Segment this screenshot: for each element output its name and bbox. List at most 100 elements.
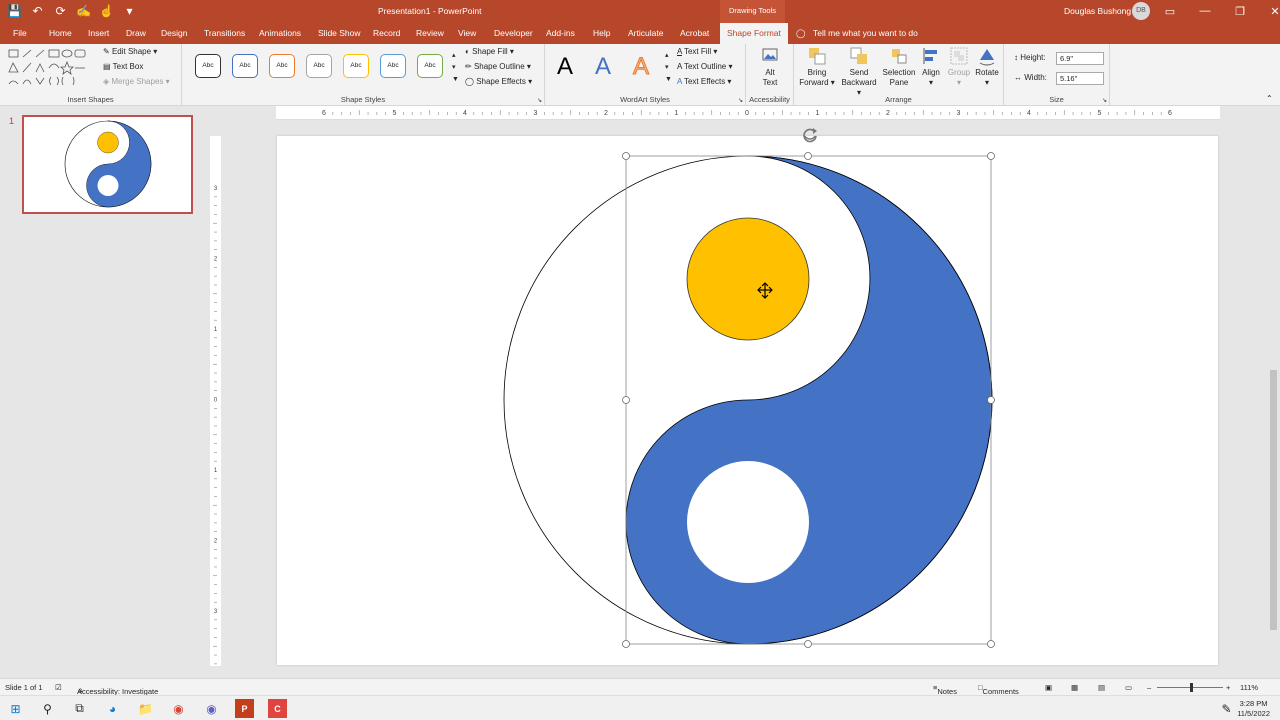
tab-record[interactable]: Record — [373, 28, 400, 38]
size-dialog-launcher-icon[interactable]: ↘ — [1102, 97, 1107, 104]
edge-icon[interactable]: ◕ — [103, 699, 122, 718]
shape-effects-button[interactable]: ◯ Shape Effects ▾ — [465, 77, 532, 86]
file-explorer-icon[interactable]: 📁 — [136, 699, 155, 718]
white-circle[interactable] — [687, 461, 809, 583]
comments-button[interactable]: □ Comments — [978, 683, 1019, 696]
slide-canvas[interactable] — [277, 126, 1218, 665]
pen-icon[interactable]: ✎ — [1217, 699, 1236, 718]
tab-help[interactable]: Help — [593, 28, 610, 38]
tab-slide-show[interactable]: Slide Show — [318, 28, 361, 38]
tab-insert[interactable]: Insert — [88, 28, 109, 38]
notes-button[interactable]: ≡ Notes — [933, 683, 957, 696]
reading-view-icon[interactable]: ▤ — [1098, 683, 1105, 692]
gallery-more-icon[interactable]: ▴ ▾ ▼ — [452, 50, 459, 86]
chrome-icon[interactable]: ◉ — [169, 699, 188, 718]
text-effects-button[interactable]: A Text Effects ▾ — [677, 77, 731, 86]
tab-articulate[interactable]: Articulate — [628, 28, 663, 38]
tab-review[interactable]: Review — [416, 28, 444, 38]
zoom-out-icon[interactable]: – — [1147, 683, 1151, 692]
taskbar-clock[interactable]: 3:28 PM 11/5/2022 — [1237, 699, 1270, 719]
wordart-more-icon[interactable]: ▴ ▾ ▼ — [665, 50, 672, 86]
task-view-icon[interactable]: ⧉ — [70, 699, 89, 718]
merge-shapes-button[interactable]: ◈ Merge Shapes ▾ — [103, 77, 170, 86]
tab-view[interactable]: View — [458, 28, 476, 38]
spellcheck-icon[interactable]: ☑ — [55, 683, 62, 692]
tab-file[interactable]: File — [13, 28, 27, 38]
shapes-gallery[interactable] — [7, 48, 97, 88]
wordart-preset-1[interactable]: A — [557, 53, 573, 81]
minimize-icon[interactable]: — — [1197, 3, 1213, 19]
slide-sorter-icon[interactable]: ▦ — [1071, 683, 1078, 692]
customize-qat-icon[interactable]: ▾ — [121, 3, 138, 19]
bring-forward-button[interactable]: Bring Forward ▾ — [798, 46, 836, 88]
zoom-level[interactable]: 111% — [1240, 683, 1258, 692]
camtasia-icon[interactable]: C — [268, 699, 287, 718]
slide-thumbnail[interactable] — [22, 115, 193, 214]
tab-animations[interactable]: Animations — [259, 28, 301, 38]
shape-style-preset-2[interactable]: Abc — [232, 54, 258, 78]
effects-icon: ◯ — [465, 77, 474, 86]
rotate-handle[interactable] — [801, 126, 819, 144]
touch-mode-icon[interactable]: ☝ — [98, 3, 115, 19]
redo-icon[interactable]: ⟳ — [52, 3, 69, 19]
wordart-dialog-launcher-icon[interactable]: ↘ — [738, 97, 743, 104]
text-outline-button[interactable]: A Text Outline ▾ — [677, 62, 732, 71]
shape-style-preset-5[interactable]: Abc — [343, 54, 369, 78]
text-fill-button[interactable]: A Text Fill ▾ — [677, 47, 717, 56]
shape-style-preset-4[interactable]: Abc — [306, 54, 332, 78]
tab-acrobat[interactable]: Acrobat — [680, 28, 709, 38]
close-icon[interactable]: ✕ — [1267, 3, 1280, 19]
wordart-preset-3[interactable]: A — [632, 53, 649, 81]
window-title: Presentation1 - PowerPoint — [378, 6, 482, 16]
shape-style-preset-6[interactable]: Abc — [380, 54, 406, 78]
tab-design[interactable]: Design — [161, 28, 187, 38]
tab-add-ins[interactable]: Add-ins — [546, 28, 575, 38]
dialog-launcher-icon[interactable]: ↘ — [537, 97, 542, 104]
app-icon[interactable]: ◉ — [202, 699, 221, 718]
save-icon[interactable]: 💾 — [6, 3, 23, 19]
height-input[interactable]: 6.9" — [1056, 52, 1104, 65]
clock-date: 11/5/2022 — [1237, 709, 1270, 718]
shape-fill-button[interactable]: ◐ Shape Fill ▾ — [465, 47, 514, 56]
ribbon-display-options-icon[interactable]: ▭ — [1162, 3, 1178, 19]
alt-text-button[interactable]: Alt Text — [755, 46, 785, 88]
shape-outline-button[interactable]: ✏ Shape Outline ▾ — [465, 62, 531, 71]
width-label-text: Width: — [1024, 73, 1047, 82]
text-box-button[interactable]: ▤ Text Box — [103, 62, 143, 71]
scrollbar-thumb[interactable] — [1270, 370, 1277, 630]
normal-view-icon[interactable]: ▣ — [1045, 683, 1052, 692]
slide-show-icon[interactable]: ▭ — [1125, 683, 1132, 692]
width-icon: ↔ — [1014, 73, 1022, 82]
tab-shape-format[interactable]: Shape Format — [720, 23, 788, 44]
collapse-ribbon-icon[interactable]: ⌃ — [1266, 94, 1273, 103]
powerpoint-icon[interactable]: P — [235, 699, 254, 718]
group-button[interactable]: Group ▾ — [946, 46, 972, 88]
tab-transitions[interactable]: Transitions — [204, 28, 245, 38]
wordart-preset-2[interactable]: A — [595, 53, 611, 81]
width-input[interactable]: 5.16" — [1056, 72, 1104, 85]
tab-developer[interactable]: Developer — [494, 28, 533, 38]
zoom-in-icon[interactable]: + — [1226, 683, 1230, 692]
wordart-styles-label: WordArt Styles — [620, 95, 670, 104]
rotate-button[interactable]: Rotate ▾ — [974, 46, 1000, 88]
gold-circle[interactable] — [686, 217, 810, 341]
tell-me-box[interactable]: Tell me what you want to do — [813, 28, 918, 38]
restore-icon[interactable]: ❐ — [1232, 3, 1248, 19]
send-backward-button[interactable]: Send Backward ▾ — [840, 46, 878, 98]
user-name[interactable]: Douglas Bushong — [1064, 6, 1131, 16]
tab-draw[interactable]: Draw — [126, 28, 146, 38]
undo-icon[interactable]: ↶ — [29, 3, 46, 19]
selection-pane-button[interactable]: Selection Pane — [882, 46, 916, 88]
vertical-scrollbar[interactable] — [1268, 106, 1280, 678]
search-icon[interactable]: ⚲ — [38, 699, 57, 718]
format-painter-icon[interactable]: ✍ — [75, 3, 92, 19]
avatar[interactable]: DB — [1132, 2, 1150, 20]
shape-style-preset-7[interactable]: Abc — [417, 54, 443, 78]
zoom-slider-thumb[interactable] — [1190, 683, 1193, 692]
shape-style-preset-3[interactable]: Abc — [269, 54, 295, 78]
edit-shape-button[interactable]: ✎ Edit Shape ▾ — [103, 47, 157, 56]
align-button[interactable]: Align ▾ — [918, 46, 944, 88]
tab-home[interactable]: Home — [49, 28, 72, 38]
windows-start-icon[interactable]: ⊞ — [6, 699, 25, 718]
shape-style-preset-1[interactable]: Abc — [195, 54, 221, 78]
